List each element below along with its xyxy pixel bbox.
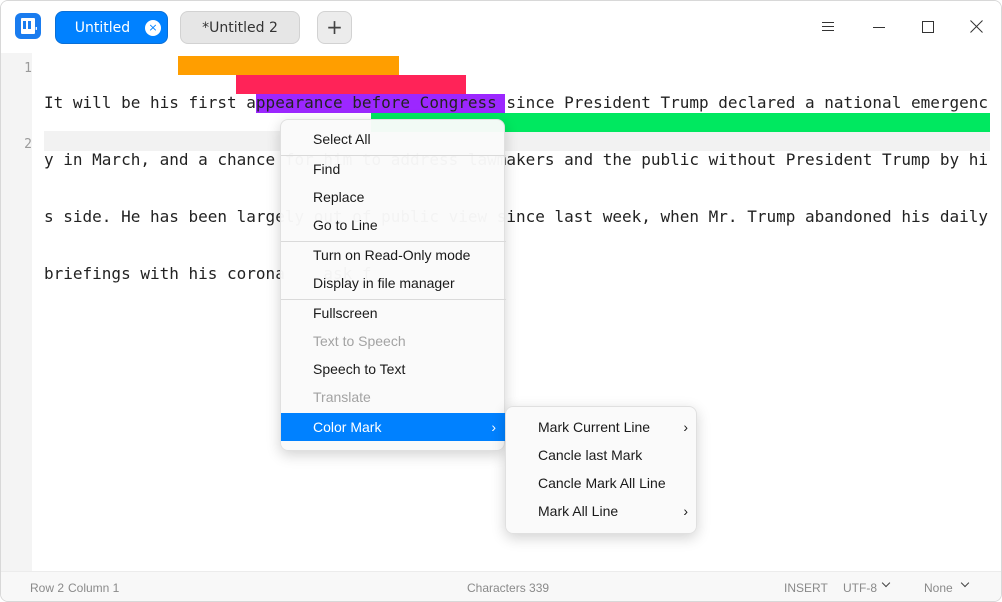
tab-untitled[interactable]: Untitled × — [55, 11, 168, 44]
menu-item-go-to-line[interactable]: Go to Line — [281, 211, 506, 239]
line-number: 1 — [24, 61, 32, 76]
menu-icon[interactable] — [816, 15, 840, 39]
editor-window: " Untitled × *Untitled 2 + 1 2 It will b… — [0, 0, 1002, 602]
close-icon[interactable] — [965, 15, 989, 39]
tab-label: Untitled — [74, 19, 131, 36]
line-number: 2 — [24, 137, 32, 152]
text-line: y in March, and a chance for him to addr… — [44, 150, 989, 169]
title-bar: " Untitled × *Untitled 2 + — [1, 1, 1001, 53]
menu-item-read-only[interactable]: Turn on Read-Only mode — [281, 241, 506, 269]
text-line: It will be his first appearance before C… — [44, 93, 989, 112]
menu-item-select-all[interactable]: Select All — [281, 125, 506, 153]
menu-item-label: Color Mark — [313, 419, 382, 435]
menu-item-label: Mark Current Line — [538, 419, 651, 435]
minimize-icon[interactable] — [867, 15, 891, 39]
context-menu: Select All Find Replace Go to Line Turn … — [280, 119, 506, 451]
submenu-item-mark-all-line[interactable]: Mark All Line › — [506, 497, 698, 525]
menu-item-find[interactable]: Find — [281, 155, 506, 183]
menu-item-display-in-file-manager[interactable]: Display in file manager — [281, 269, 506, 297]
submenu-item-mark-current-line[interactable]: Mark Current Line › — [506, 413, 698, 441]
app-logo-icon: " — [15, 13, 41, 39]
menu-item-text-to-speech: Text to Speech — [313, 333, 406, 349]
menu-item-label: Mark All Line — [538, 503, 619, 519]
text-line: s side. He has been largely out of publi… — [44, 207, 989, 226]
menu-item-fullscreen[interactable]: Fullscreen — [281, 299, 506, 327]
menu-item-color-mark[interactable]: Color Mark › — [281, 413, 506, 441]
submenu-item-cancel-mark-all-line[interactable]: Cancle Mark All Line — [506, 469, 698, 497]
status-row: Row 2 — [30, 581, 65, 595]
submenu-item-cancel-last-mark[interactable]: Cancle last Mark — [506, 441, 698, 469]
tab-close-icon[interactable]: × — [145, 20, 161, 36]
chevron-right-icon: › — [683, 503, 688, 519]
status-column: Column 1 — [68, 581, 120, 595]
line-number-gutter — [1, 53, 32, 571]
text-line: briefings with his corona ask f — [44, 264, 372, 283]
editor-text[interactable]: It will be his first appearance before C… — [44, 55, 990, 321]
status-characters: Characters 339 — [467, 581, 550, 595]
status-mode: INSERT — [784, 581, 828, 595]
maximize-icon[interactable] — [916, 15, 940, 39]
chevron-down-icon[interactable] — [882, 580, 892, 590]
highlight-selector[interactable]: None — [924, 581, 953, 595]
tab-untitled-2[interactable]: *Untitled 2 — [180, 11, 300, 44]
tab-label: *Untitled 2 — [202, 19, 278, 36]
menu-item-replace[interactable]: Replace — [281, 183, 506, 211]
menu-item-speech-to-text[interactable]: Speech to Text — [281, 355, 506, 383]
chevron-right-icon: › — [683, 419, 688, 435]
color-mark-submenu: Mark Current Line › Cancle last Mark Can… — [505, 406, 697, 534]
add-tab-button[interactable]: + — [317, 11, 352, 44]
chevron-down-icon[interactable] — [961, 580, 971, 590]
status-bar: Row 2 Column 1 Characters 339 INSERT UTF… — [1, 571, 1001, 601]
menu-item-translate: Translate — [313, 389, 371, 405]
chevron-right-icon: › — [491, 419, 496, 435]
encoding-selector[interactable]: UTF-8 — [843, 581, 877, 595]
